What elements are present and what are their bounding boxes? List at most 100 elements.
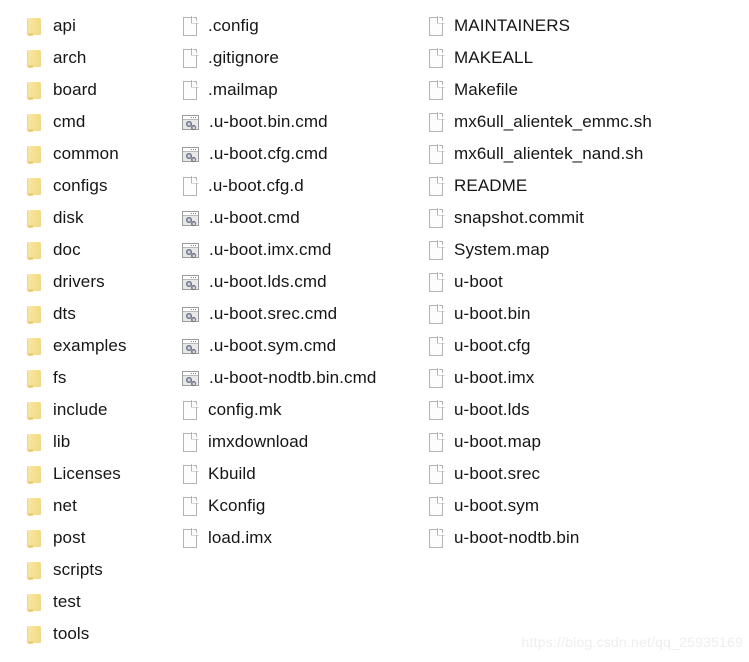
folder-icon [26,625,42,644]
document-icon [428,175,445,197]
list-item[interactable]: Licenses [26,458,176,490]
list-item[interactable]: u-boot.bin [428,298,743,330]
list-item[interactable]: .u-boot.imx.cmd [182,234,426,266]
list-item[interactable]: u-boot-nodtb.bin [428,522,743,554]
list-item[interactable]: snapshot.commit [428,202,743,234]
list-item[interactable]: u-boot.sym [428,490,743,522]
document-icon [428,15,445,37]
folder-icon [26,401,42,420]
list-item[interactable]: api [26,10,176,42]
cmd-script-icon [182,145,200,163]
document-icon [428,111,445,133]
list-item[interactable]: dts [26,298,176,330]
cmd-script-icon [182,337,200,355]
cmd-script-icon [182,113,200,131]
list-item[interactable]: imxdownload [182,426,426,458]
list-item-label: test [53,592,81,611]
document-icon [428,47,445,69]
list-item[interactable]: arch [26,42,176,74]
list-item[interactable]: u-boot.srec [428,458,743,490]
list-item-label: u-boot [454,272,503,291]
list-item-label: api [53,16,76,35]
folder-icon [26,497,42,516]
list-item[interactable]: u-boot.map [428,426,743,458]
folder-icon [26,433,42,452]
list-item[interactable]: .gitignore [182,42,426,74]
document-icon [428,463,445,485]
list-item[interactable]: .mailmap [182,74,426,106]
list-item[interactable]: .u-boot.sym.cmd [182,330,426,362]
list-item-label: include [53,400,108,419]
list-item[interactable]: board [26,74,176,106]
list-item[interactable]: cmd [26,106,176,138]
list-item[interactable]: disk [26,202,176,234]
list-item-label: common [53,144,119,163]
document-icon [428,207,445,229]
list-item[interactable]: net [26,490,176,522]
list-item[interactable]: doc [26,234,176,266]
list-item-label: mx6ull_alientek_emmc.sh [454,112,652,131]
list-item[interactable]: MAINTAINERS [428,10,743,42]
folder-icon [26,561,42,580]
list-item-label: .u-boot-nodtb.bin.cmd [209,368,377,387]
list-item-label: mx6ull_alientek_nand.sh [454,144,644,163]
list-item[interactable]: load.imx [182,522,426,554]
list-item-label: MAKEALL [454,48,534,67]
document-icon [428,335,445,357]
folder-icon [26,337,42,356]
list-item[interactable]: .u-boot-nodtb.bin.cmd [182,362,426,394]
list-item[interactable]: mx6ull_alientek_emmc.sh [428,106,743,138]
list-item[interactable]: tools [26,618,176,650]
list-item[interactable]: drivers [26,266,176,298]
list-item-label: .gitignore [208,48,279,67]
document-icon [182,175,199,197]
document-icon [182,79,199,101]
list-item-label: u-boot.imx [454,368,535,387]
list-item[interactable]: examples [26,330,176,362]
list-item[interactable]: .u-boot.cfg.cmd [182,138,426,170]
list-item[interactable]: MAKEALL [428,42,743,74]
list-item-label: dts [53,304,76,323]
list-item[interactable]: u-boot [428,266,743,298]
list-item[interactable]: lib [26,426,176,458]
list-item-label: .u-boot.srec.cmd [209,304,338,323]
list-item[interactable]: .u-boot.lds.cmd [182,266,426,298]
folder-icon [26,113,42,132]
list-item[interactable]: common [26,138,176,170]
list-item-label: imxdownload [208,432,309,451]
list-item[interactable]: test [26,586,176,618]
list-item[interactable]: Kbuild [182,458,426,490]
list-item[interactable]: System.map [428,234,743,266]
list-item[interactable]: config.mk [182,394,426,426]
list-item[interactable]: Makefile [428,74,743,106]
list-item-label: scripts [53,560,103,579]
list-item[interactable]: u-boot.cfg [428,330,743,362]
document-icon [428,495,445,517]
list-item[interactable]: u-boot.imx [428,362,743,394]
list-item[interactable]: include [26,394,176,426]
list-item-label: .u-boot.bin.cmd [209,112,328,131]
list-item[interactable]: post [26,522,176,554]
list-item[interactable]: .u-boot.cmd [182,202,426,234]
folder-icon [26,593,42,612]
list-item[interactable]: fs [26,362,176,394]
list-item[interactable]: configs [26,170,176,202]
list-item-label: u-boot.bin [454,304,531,323]
cmd-script-icon [182,241,200,259]
list-item[interactable]: u-boot.lds [428,394,743,426]
list-item[interactable]: .u-boot.srec.cmd [182,298,426,330]
list-item[interactable]: .config [182,10,426,42]
folder-icon [26,49,42,68]
list-item[interactable]: mx6ull_alientek_nand.sh [428,138,743,170]
list-item[interactable]: .u-boot.bin.cmd [182,106,426,138]
list-item-label: disk [53,208,84,227]
list-item[interactable]: .u-boot.cfg.d [182,170,426,202]
list-item-label: u-boot.sym [454,496,540,515]
list-item[interactable]: Kconfig [182,490,426,522]
list-item[interactable]: README [428,170,743,202]
list-item-label: u-boot.map [454,432,541,451]
list-item[interactable]: scripts [26,554,176,586]
list-item-label: .u-boot.sym.cmd [209,336,337,355]
folder-icon [26,209,42,228]
list-item-label: config.mk [208,400,282,419]
